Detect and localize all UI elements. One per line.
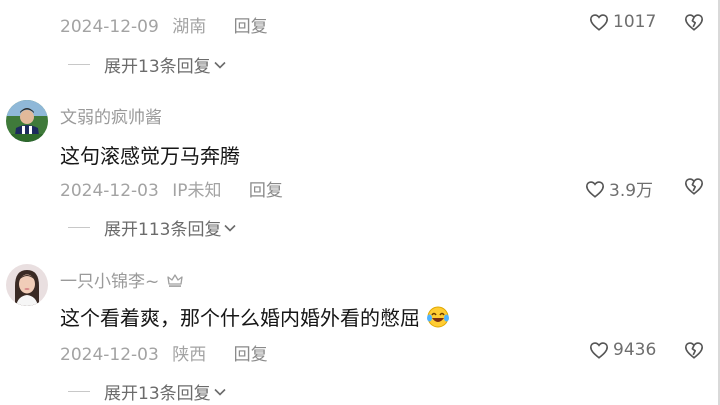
reply-button[interactable]: 回复 bbox=[234, 345, 268, 365]
comment-date: 2024-12-09 bbox=[60, 17, 159, 37]
heart-outline-icon bbox=[589, 14, 609, 31]
avatar[interactable] bbox=[6, 100, 48, 142]
like-button[interactable]: 1017 bbox=[589, 12, 656, 32]
expand-replies-label: 展开113条回复 bbox=[104, 220, 222, 240]
avatar-image bbox=[6, 264, 48, 306]
comment-location: IP未知 bbox=[172, 181, 222, 201]
chevron-down-icon bbox=[214, 61, 226, 69]
heart-outline-icon bbox=[585, 180, 605, 198]
comment-username[interactable]: 一只小锦李~ bbox=[60, 272, 159, 292]
comment-meta: 2024-12-09 湖南 回复 bbox=[60, 12, 268, 37]
expand-replies-label: 展开13条回复 bbox=[104, 57, 211, 77]
like-count: 9436 bbox=[613, 340, 657, 360]
like-button[interactable]: 3.9万 bbox=[585, 176, 653, 201]
comment-date: 2024-12-03 bbox=[60, 181, 159, 201]
comment-text: 这句滚感觉万马奔腾 bbox=[60, 144, 240, 168]
expand-divider bbox=[68, 227, 90, 228]
like-count: 1017 bbox=[613, 12, 657, 32]
heart-outline-icon bbox=[589, 342, 609, 359]
expand-replies-button[interactable]: 展开13条回复 bbox=[68, 379, 226, 404]
comment-username[interactable]: 文弱的疯帅酱 bbox=[60, 103, 162, 128]
avatar-image bbox=[6, 100, 48, 142]
laughing-tears-emoji bbox=[427, 306, 450, 328]
expand-replies-button[interactable]: 展开113条回复 bbox=[68, 215, 237, 240]
dislike-button[interactable] bbox=[684, 177, 704, 195]
like-count: 3.9万 bbox=[609, 181, 654, 201]
comment-meta: 2024-12-03 陕西 回复 bbox=[60, 340, 268, 365]
broken-heart-outline-icon bbox=[684, 342, 704, 359]
expand-replies-button[interactable]: 展开13条回复 bbox=[68, 52, 226, 77]
comment-username-row: 一只小锦李~ bbox=[60, 267, 183, 292]
chevron-down-icon bbox=[214, 388, 226, 396]
expand-divider bbox=[68, 391, 90, 392]
comment-location: 湖南 bbox=[172, 17, 207, 37]
chevron-down-icon bbox=[224, 224, 237, 232]
broken-heart-outline-icon bbox=[684, 14, 704, 31]
broken-heart-outline-icon bbox=[684, 178, 704, 195]
reply-button[interactable]: 回复 bbox=[249, 181, 283, 201]
like-button[interactable]: 9436 bbox=[589, 340, 656, 360]
comment-location: 陕西 bbox=[172, 345, 207, 365]
avatar[interactable] bbox=[6, 264, 48, 306]
crown-icon bbox=[167, 274, 183, 287]
reply-button[interactable]: 回复 bbox=[234, 17, 268, 37]
expand-replies-label: 展开13条回复 bbox=[104, 384, 211, 404]
comment-meta: 2024-12-03 IP未知 回复 bbox=[60, 176, 283, 201]
dislike-button[interactable] bbox=[684, 341, 704, 359]
expand-divider bbox=[68, 64, 90, 65]
comment-text-row: 这个看着爽，那个什么婚内婚外看的憋屈 bbox=[60, 302, 450, 331]
comment-text: 这个看着爽，那个什么婚内婚外看的憋屈 bbox=[60, 306, 420, 330]
comment-date: 2024-12-03 bbox=[60, 345, 159, 365]
dislike-button[interactable] bbox=[684, 13, 704, 31]
